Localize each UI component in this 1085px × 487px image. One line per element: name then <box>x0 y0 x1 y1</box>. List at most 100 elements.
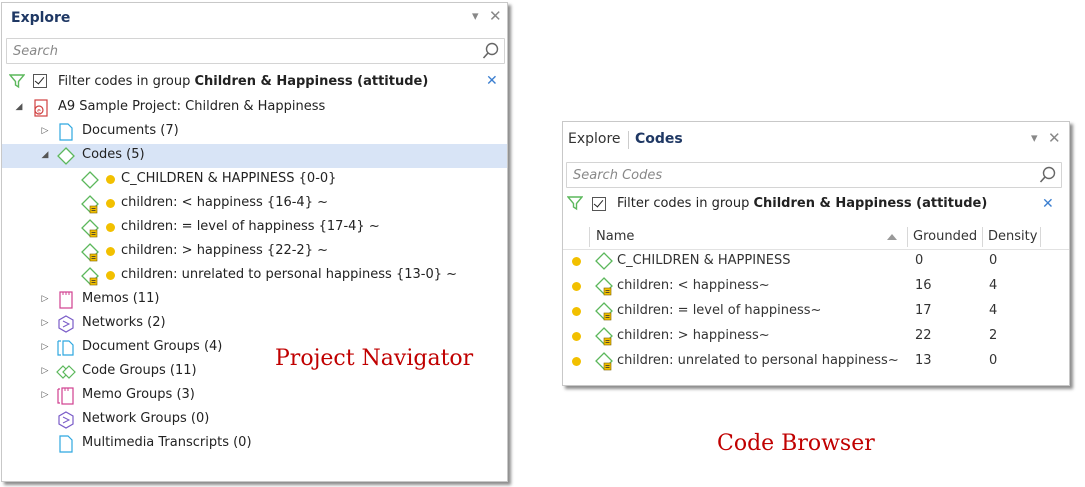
density-cell: 4 <box>989 303 998 318</box>
search-icon[interactable] <box>482 42 500 60</box>
code-name-cell: C_CHILDREN & HAPPINESS <box>617 253 791 268</box>
column-header-density[interactable]: Density <box>988 229 1037 244</box>
project-navigator-caption: Project Navigator <box>275 346 474 371</box>
code-color-dot <box>106 223 115 232</box>
close-panel-icon[interactable]: ✕ <box>489 7 502 25</box>
code-icon <box>595 252 613 270</box>
table-row[interactable]: children: = level of happiness~ 17 4 <box>563 299 1069 324</box>
tree-code-item[interactable]: children: = level of happiness {17-4} ~ <box>2 216 507 240</box>
code-search-input[interactable] <box>571 165 995 185</box>
filter-text: Filter codes in group Children & Happine… <box>617 196 987 211</box>
filter-prefix: Filter codes in group <box>617 196 754 211</box>
navigator-titlebar: Explore ▾ ✕ <box>2 3 507 33</box>
tree-code-item[interactable]: children: < happiness {16-4} ~ <box>2 192 507 216</box>
table-row[interactable]: children: < happiness~ 16 4 <box>563 274 1069 299</box>
tree-item-memo-groups[interactable]: ▷ Memo Groups (3) <box>2 384 507 408</box>
tree-code-item[interactable]: C_CHILDREN & HAPPINESS {0-0} <box>2 168 507 192</box>
filter-icon <box>567 196 583 211</box>
project-label: A9 Sample Project: Children & Happiness <box>58 99 326 114</box>
column-header-grounded[interactable]: Grounded <box>913 229 977 244</box>
tree-item-label: Networks (2) <box>82 315 166 330</box>
code-color-dot <box>106 247 115 256</box>
density-cell: 0 <box>989 353 998 368</box>
code-groups-icon <box>56 365 76 379</box>
navigator-filter-bar: Filter codes in group Children & Happine… <box>2 70 507 94</box>
collapsed-chevron-icon[interactable]: ▷ <box>40 365 50 377</box>
navigator-search-box[interactable] <box>6 38 505 64</box>
code-table-header: Name Grounded Density <box>563 225 1069 250</box>
project-icon: e <box>34 99 48 117</box>
tree-item-project[interactable]: ◢ e A9 Sample Project: Children & Happin… <box>2 96 507 120</box>
tree-item-label: Memo Groups (3) <box>82 387 195 402</box>
tree-item-multimedia-transcripts[interactable]: Multimedia Transcripts (0) <box>2 432 507 456</box>
codes-icon <box>57 147 75 165</box>
grounded-cell: 0 <box>915 253 924 268</box>
grounded-cell: 16 <box>915 278 932 293</box>
filter-group-name: Children & Happiness (attitude) <box>194 74 429 89</box>
code-icon <box>81 171 99 189</box>
tree-item-label: Code Groups (11) <box>82 363 197 378</box>
column-header-name[interactable]: Name <box>596 229 634 244</box>
panel-menu-icon[interactable]: ▾ <box>1031 131 1038 146</box>
grounded-cell: 22 <box>915 328 932 343</box>
tree-item-documents[interactable]: ▷ Documents (7) <box>2 120 507 144</box>
tree-item-network-groups[interactable]: Network Groups (0) <box>2 408 507 432</box>
column-divider <box>907 227 908 247</box>
code-browser-tabbar: Explore Codes ▾ ✕ <box>563 122 1069 156</box>
tree-code-item[interactable]: children: > happiness {22-2} ~ <box>2 240 507 264</box>
code-label: children: = level of happiness {17-4} ~ <box>121 219 380 234</box>
code-with-memo-icon <box>81 243 99 262</box>
density-cell: 0 <box>989 253 998 268</box>
column-divider <box>589 227 590 247</box>
tree-item-label: Codes (5) <box>82 147 145 162</box>
code-label: children: unrelated to personal happines… <box>121 267 458 282</box>
document-groups-icon <box>57 340 74 356</box>
expanded-chevron-icon[interactable]: ◢ <box>14 101 24 113</box>
collapsed-chevron-icon[interactable]: ▷ <box>40 341 50 353</box>
close-panel-icon[interactable]: ✕ <box>1048 129 1061 147</box>
density-cell: 2 <box>989 328 998 343</box>
tab-codes[interactable]: Codes <box>635 131 683 147</box>
tree-item-label: Memos (11) <box>82 291 160 306</box>
collapsed-chevron-icon[interactable]: ▷ <box>40 317 50 329</box>
expanded-chevron-icon[interactable]: ◢ <box>40 149 50 161</box>
table-row[interactable]: C_CHILDREN & HAPPINESS 0 0 <box>563 249 1069 274</box>
tree-code-item[interactable]: children: unrelated to personal happines… <box>2 264 507 288</box>
tree-item-memos[interactable]: ▷ Memos (11) <box>2 288 507 312</box>
filter-checkbox[interactable] <box>33 74 47 88</box>
code-with-memo-icon <box>595 277 613 296</box>
tab-explore[interactable]: Explore <box>568 131 621 147</box>
clear-filter-icon[interactable]: ✕ <box>486 73 498 89</box>
tree-item-networks[interactable]: ▷ Networks (2) <box>2 312 507 336</box>
panel-menu-icon[interactable]: ▾ <box>472 9 479 24</box>
code-browser-search-box[interactable] <box>566 162 1062 188</box>
tree-item-label: Network Groups (0) <box>82 411 210 426</box>
code-color-dot <box>572 357 581 366</box>
table-row[interactable]: children: > happiness~ 22 2 <box>563 324 1069 349</box>
network-groups-icon <box>58 411 74 429</box>
code-color-dot <box>572 282 581 291</box>
code-with-memo-icon <box>595 352 613 371</box>
code-label: C_CHILDREN & HAPPINESS {0-0} <box>121 171 337 186</box>
clear-filter-icon[interactable]: ✕ <box>1042 196 1054 212</box>
collapsed-chevron-icon[interactable]: ▷ <box>40 125 50 137</box>
memo-groups-icon <box>57 387 74 405</box>
table-row[interactable]: children: unrelated to personal happines… <box>563 349 1069 374</box>
code-color-dot <box>572 257 581 266</box>
multimedia-transcripts-icon <box>59 435 73 453</box>
search-icon[interactable] <box>1039 166 1057 184</box>
collapsed-chevron-icon[interactable]: ▷ <box>40 389 50 401</box>
sort-ascending-icon[interactable] <box>887 234 897 240</box>
documents-icon <box>59 123 73 141</box>
code-color-dot <box>106 175 115 184</box>
code-name-cell: children: < happiness~ <box>617 278 770 293</box>
code-with-memo-icon <box>595 302 613 321</box>
navigator-search-input[interactable] <box>11 41 438 61</box>
tree-item-codes[interactable]: ◢ Codes (5) <box>2 144 507 168</box>
collapsed-chevron-icon[interactable]: ▷ <box>40 293 50 305</box>
tree-item-label: Documents (7) <box>82 123 179 138</box>
code-browser-caption: Code Browser <box>717 431 875 456</box>
filter-checkbox[interactable] <box>592 197 606 211</box>
code-label: children: > happiness {22-2} ~ <box>121 243 329 258</box>
grounded-cell: 13 <box>915 353 932 368</box>
